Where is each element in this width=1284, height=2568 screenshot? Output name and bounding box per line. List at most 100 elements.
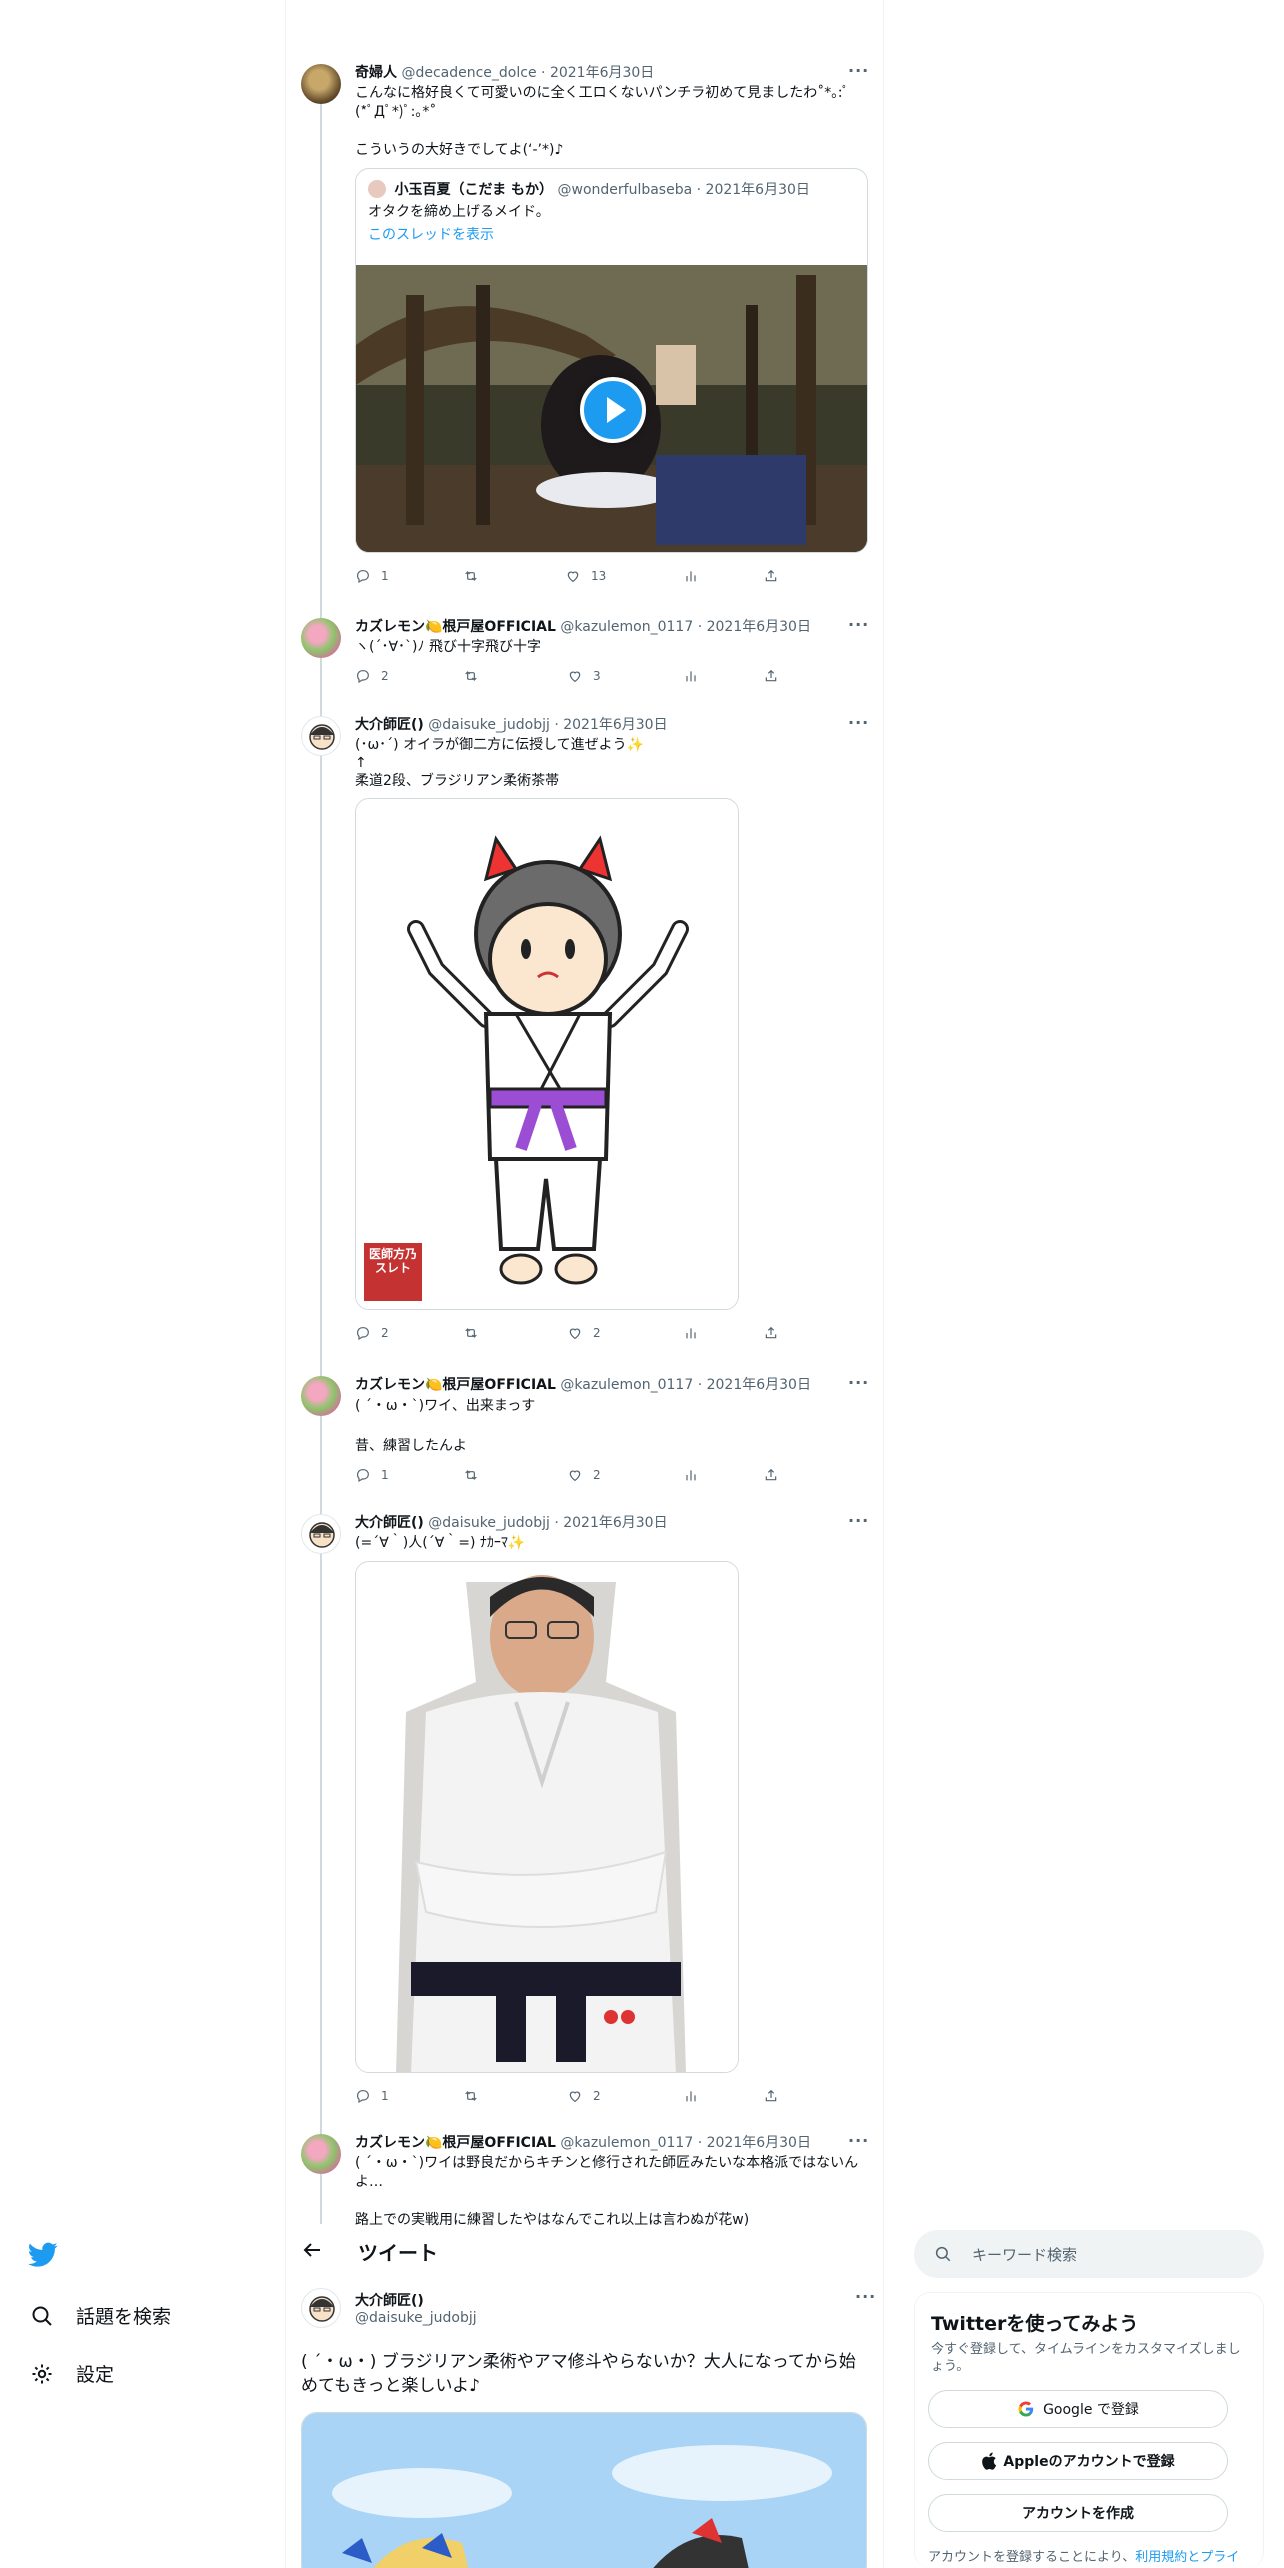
author-name[interactable]: 大介師匠() [355, 1515, 424, 1531]
avatar[interactable] [301, 1376, 341, 1416]
tweet-date[interactable]: 2021年6月30日 [707, 2135, 811, 2151]
analytics-button[interactable] [683, 1464, 709, 1486]
tweet-date[interactable]: 2021年6月30日 [563, 717, 667, 733]
terms-prefix: アカウントを登録することにより、 [928, 2550, 1136, 2565]
tweet-image[interactable]: 医師方乃スレト [355, 798, 739, 1310]
tweet-header: カズレモン🍋根戸屋OFFICIAL @kazulemon_0117 · 2021… [355, 619, 811, 635]
back-arrow-icon[interactable] [300, 2238, 324, 2262]
retweet-button[interactable] [463, 2085, 489, 2107]
create-account-button[interactable]: アカウントを作成 [928, 2494, 1228, 2532]
like-button[interactable]: 3 [567, 665, 601, 687]
analytics-icon [686, 1470, 696, 1481]
tweet-date[interactable]: 2021年6月30日 [707, 619, 811, 635]
search-input[interactable]: キーワード検索 [914, 2230, 1264, 2278]
retweet-icon [465, 2091, 477, 2101]
reply-button[interactable]: 1 [355, 565, 389, 587]
more-icon[interactable]: ··· [848, 715, 868, 734]
share-button[interactable] [763, 565, 789, 587]
more-icon[interactable]: ··· [855, 2289, 875, 2308]
analytics-button[interactable] [683, 665, 709, 687]
share-button[interactable] [763, 1322, 789, 1344]
retweet-button[interactable] [463, 565, 489, 587]
author-handle[interactable]: @daisuke_judobjj [428, 717, 550, 733]
retweet-icon [465, 671, 477, 681]
column-divider-right [883, 0, 884, 2568]
author-handle[interactable]: @daisuke_judobjj [428, 1515, 550, 1531]
tweet-date[interactable]: 2021年6月30日 [563, 1515, 667, 1531]
retweet-icon [465, 1328, 477, 1338]
main-tweet-image[interactable] [301, 2412, 867, 2568]
like-count: 2 [593, 1326, 601, 1340]
author-handle[interactable]: @kazulemon_0117 [560, 1377, 693, 1393]
avatar[interactable] [301, 1514, 341, 1554]
like-button[interactable]: 2 [567, 2085, 601, 2107]
more-icon[interactable]: ··· [848, 617, 868, 636]
like-button[interactable]: 13 [565, 565, 606, 587]
reply-count: 2 [381, 1326, 389, 1340]
more-icon[interactable]: ··· [848, 2134, 868, 2152]
show-thread-link[interactable]: このスレッドを表示 [368, 226, 855, 245]
tweet-date[interactable]: 2021年6月30日 [550, 65, 654, 81]
author-name[interactable]: 大介師匠() [355, 2290, 424, 2310]
author-name[interactable]: 奇婦人 [355, 65, 397, 81]
more-icon[interactable]: ··· [848, 63, 868, 82]
like-button[interactable]: 2 [567, 1464, 601, 1486]
retweet-button[interactable] [463, 1322, 489, 1344]
stamp-seal: 医師方乃スレト [368, 1247, 417, 1275]
reply-icon [357, 570, 369, 584]
tweet-header: 大介師匠() @daisuke_judobjj · 2021年6月30日 [355, 1515, 668, 1531]
author-handle[interactable]: @kazulemon_0117 [560, 2135, 693, 2151]
share-icon [765, 2089, 777, 2102]
analytics-icon [686, 671, 696, 682]
twitter-logo-icon[interactable] [28, 2242, 60, 2270]
more-icon[interactable]: ··· [848, 1375, 868, 1394]
more-icon[interactable]: ··· [848, 1513, 868, 1532]
author-name[interactable]: 大介師匠() [355, 717, 424, 733]
analytics-button[interactable] [683, 565, 709, 587]
play-icon[interactable] [579, 376, 646, 443]
tweet-header: カズレモン🍋根戸屋OFFICIAL @kazulemon_0117 · 2021… [355, 2135, 811, 2151]
quote-author-name: 小玉百夏（こだま もか） [394, 182, 554, 198]
apple-signup-button[interactable]: Appleのアカウントで登録 [928, 2442, 1228, 2480]
analytics-button[interactable] [683, 1322, 709, 1344]
share-button[interactable] [763, 2085, 789, 2107]
quote-video[interactable] [356, 265, 867, 552]
avatar[interactable] [301, 2134, 341, 2174]
retweet-button[interactable] [463, 665, 489, 687]
avatar[interactable] [301, 64, 341, 104]
apple-icon [982, 2452, 997, 2470]
like-button[interactable]: 2 [567, 1322, 601, 1344]
terms-link[interactable]: 利用規約とプライ [1135, 2550, 1239, 2565]
search-icon [32, 2306, 52, 2326]
heart-icon [569, 1328, 581, 1340]
author-handle[interactable]: @kazulemon_0117 [560, 619, 693, 635]
reply-button[interactable]: 1 [355, 1464, 389, 1486]
anime-illustration [302, 2413, 866, 2568]
share-button[interactable] [763, 665, 789, 687]
share-button[interactable] [763, 1464, 789, 1486]
avatar[interactable] [301, 2288, 341, 2328]
retweet-button[interactable] [463, 1464, 489, 1486]
reply-button[interactable]: 1 [355, 2085, 389, 2107]
author-name[interactable]: カズレモン🍋根戸屋OFFICIAL [355, 2135, 556, 2151]
analytics-button[interactable] [683, 2085, 709, 2107]
avatar[interactable] [301, 618, 341, 658]
author-name[interactable]: カズレモン🍋根戸屋OFFICIAL [355, 619, 556, 635]
avatar[interactable] [301, 716, 341, 756]
quoted-tweet[interactable]: 小玉百夏（こだま もか） @wonderfulbaseba · 2021年6月3… [355, 168, 868, 553]
reply-button[interactable]: 2 [355, 1322, 389, 1344]
nav-settings[interactable]: 設定 [30, 2360, 114, 2387]
nav-explore[interactable]: 話題を検索 [30, 2302, 171, 2329]
author-handle[interactable]: @daisuke_judobjj [355, 2310, 477, 2326]
main-tweet: 大介師匠() @daisuke_judobjj ··· ( ´・ω・) ブラジリ… [301, 2288, 875, 2568]
tweet-image[interactable] [355, 1561, 739, 2073]
reply-button[interactable]: 2 [355, 665, 389, 687]
tweet-date[interactable]: 2021年6月30日 [707, 1377, 811, 1393]
author-name[interactable]: カズレモン🍋根戸屋OFFICIAL [355, 1377, 556, 1393]
quote-header: 小玉百夏（こだま もか） @wonderfulbaseba · 2021年6月3… [368, 180, 855, 199]
google-signup-button[interactable]: Google で登録 [928, 2390, 1228, 2428]
nav-explore-label: 話題を検索 [76, 2306, 172, 2328]
author-handle[interactable]: @decadence_dolce [401, 65, 536, 81]
quote-author-handle: @wonderfulbaseba [557, 182, 693, 198]
thread-tweet[interactable]: カズレモン🍋根戸屋OFFICIAL @kazulemon_0117 · 2021… [301, 2134, 875, 2230]
